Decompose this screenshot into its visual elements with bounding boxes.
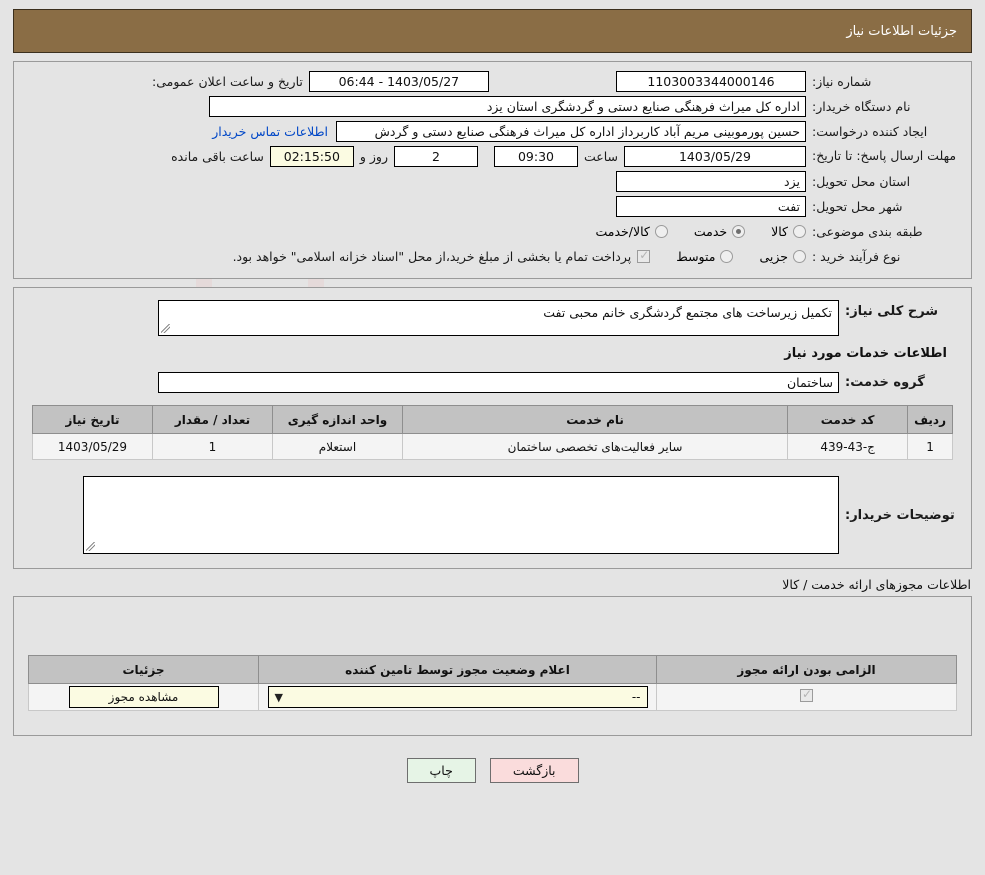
permit-status-value: -- [631, 690, 641, 704]
cell-name: سایر فعالیت‌های تخصصی ساختمان [401, 433, 789, 460]
need-info-panel: شماره نیاز: 1103003344000146 1403/05/27 … [13, 61, 972, 279]
remaining-days-label: روز و [359, 148, 388, 164]
view-permit-button[interactable]: مشاهده مجوز [68, 686, 219, 708]
permits-header-row: الزامی بودن ارائه مجوز اعلام وضعیت مجوز … [28, 655, 957, 684]
cell-permit-details: مشاهده مجوز [28, 683, 259, 711]
service-table-wrap: ردیف کد خدمت نام خدمت واحد اندازه گیری ت… [28, 405, 957, 460]
announce-datetime-field[interactable]: 1403/05/27 - 06:44 [308, 70, 489, 92]
row-deadline: مهلت ارسال پاسخ: تا تاریخ: 1403/05/29 سا… [24, 145, 961, 167]
service-group-label: گروه خدمت: [845, 374, 925, 390]
cell-qty: 1 [152, 433, 273, 460]
col-radif: ردیف [907, 405, 953, 434]
radio-minor-label: جزیی [759, 248, 788, 264]
province-field[interactable]: یزد [616, 170, 806, 192]
cell-permit-status: ▼ -- [258, 683, 657, 711]
permits-caption: اطلاعات مجوزهای ارائه خدمت / کالا [782, 577, 971, 592]
row-province: استان محل تحویل: یزد [24, 170, 961, 192]
radio-service-icon[interactable] [732, 224, 746, 238]
summary-label: شرح کلی نیاز: [845, 304, 939, 319]
buyer-notes-label: توضیحات خریدار: [845, 508, 955, 523]
back-button[interactable]: بازگشت [489, 758, 579, 783]
page-title: جزئیات اطلاعات نیاز [846, 23, 957, 39]
remaining-days-field: 2 [393, 145, 478, 167]
city-label: شهر محل تحویل: [812, 198, 903, 214]
buyer-org-label: نام دستگاه خریدار: [812, 98, 911, 114]
city-field[interactable]: تفت [616, 195, 806, 217]
row-need-number: شماره نیاز: 1103003344000146 1403/05/27 … [24, 70, 961, 92]
col-date: تاریخ نیاز [32, 405, 153, 434]
row-requester: ایجاد کننده درخواست: حسین پورموبینی مریم… [24, 120, 961, 142]
row-city: شهر محل تحویل: تفت [24, 195, 961, 217]
col-unit: واحد اندازه گیری [272, 405, 403, 434]
permits-table: الزامی بودن ارائه مجوز اعلام وضعیت مجوز … [28, 655, 957, 711]
radio-process-medium[interactable]: متوسط [676, 248, 734, 264]
radio-classification-goods-service[interactable]: کالا/خدمت [595, 223, 668, 239]
chevron-down-icon: ▼ [274, 690, 283, 704]
radio-minor-icon[interactable] [793, 249, 806, 263]
permits-panel: الزامی بودن ارائه مجوز اعلام وضعیت مجوز … [13, 596, 972, 736]
deadline-time-field[interactable]: 09:30 [493, 145, 578, 167]
cell-date: 1403/05/29 [32, 433, 153, 460]
buyer-notes-textarea[interactable] [83, 476, 839, 554]
treasury-docs-note: پرداخت تمام یا بخشی از مبلغ خرید،از محل … [232, 248, 632, 264]
process-type-label: نوع فرآیند خرید : [812, 248, 901, 264]
page-title-bar: جزئیات اطلاعات نیاز [13, 9, 972, 53]
radio-classification-goods[interactable]: کالا [771, 224, 806, 239]
cell-permit-required [656, 683, 957, 711]
table-row: 1 ج-43-439 سایر فعالیت‌های تخصصی ساختمان… [32, 433, 953, 460]
services-section-heading: اطلاعات خدمات مورد نیاز [784, 346, 947, 361]
radio-goods-label: کالا [771, 223, 788, 239]
deadline-date-field[interactable]: 1403/05/29 [624, 145, 806, 167]
row-buyer-org: نام دستگاه خریدار: اداره کل میراث فرهنگی… [24, 95, 961, 117]
permit-required-checkbox [800, 687, 813, 702]
col-permit-status: اعلام وضعیت مجوز توسط تامین کننده [258, 655, 657, 684]
row-service-group: گروه خدمت: ساختمان [28, 371, 957, 393]
cell-code: ج-43-439 [787, 433, 909, 460]
permits-row: ▼ -- مشاهده مجوز [28, 683, 957, 711]
deadline-label: مهلت ارسال پاسخ: تا تاریخ: [812, 148, 957, 163]
province-label: استان محل تحویل: [812, 173, 911, 189]
cell-radif: 1 [907, 433, 953, 460]
countdown-timer-field: 02:15:50 [269, 145, 354, 167]
service-group-field[interactable]: ساختمان [158, 371, 839, 393]
radio-service-label: خدمت [693, 223, 728, 239]
row-buyer-notes: توضیحات خریدار: [28, 476, 957, 554]
footer-buttons: بازگشت چاپ [0, 758, 985, 783]
radio-goods-icon[interactable] [793, 224, 806, 238]
radio-medium-icon[interactable] [720, 249, 734, 263]
requester-label: ایجاد کننده درخواست: [812, 123, 928, 139]
page-root: AriaTender.net جزئیات اطلاعات نیاز شماره… [0, 9, 985, 875]
requester-field[interactable]: حسین پورموبینی مریم آباد کاربرداز اداره … [336, 120, 806, 142]
col-name: نام خدمت [401, 405, 789, 434]
col-code: کد خدمت [787, 405, 909, 434]
need-number-field[interactable]: 1103003344000146 [616, 70, 806, 92]
announce-datetime-label: تاریخ و ساعت اعلان عمومی: [152, 73, 303, 89]
permit-status-select[interactable]: ▼ -- [267, 686, 648, 708]
row-classification: طبقه بندی موضوعی: کالا خدمت کالا/خدمت [24, 220, 961, 242]
col-qty: تعداد / مقدار [152, 405, 273, 434]
col-permit-required: الزامی بودن ارائه مجوز [656, 655, 957, 684]
buyer-contact-link[interactable]: اطلاعات تماس خریدار [212, 124, 328, 139]
radio-classification-service[interactable]: خدمت [693, 223, 746, 239]
radio-goods-service-icon[interactable] [654, 224, 668, 238]
radio-goods-service-label: کالا/خدمت [595, 223, 650, 239]
row-process-type: نوع فرآیند خرید : جزیی متوسط پرداخت تمام… [24, 245, 961, 267]
buyer-org-field[interactable]: اداره کل میراث فرهنگی صنایع دستی و گردشگ… [209, 95, 806, 117]
radio-process-minor[interactable]: جزیی [759, 249, 806, 264]
cell-unit: استعلام [272, 433, 403, 460]
service-table: ردیف کد خدمت نام خدمت واحد اندازه گیری ت… [32, 405, 953, 460]
service-table-header-row: ردیف کد خدمت نام خدمت واحد اندازه گیری ت… [32, 405, 953, 434]
need-number-label: شماره نیاز: [812, 73, 872, 89]
summary-textarea[interactable]: تکمیل زیرساخت های مجتمع گردشگری خانم محب… [158, 300, 839, 336]
countdown-label: ساعت باقی مانده [171, 148, 264, 164]
col-permit-details: جزئیات [28, 655, 259, 684]
treasury-docs-checkbox[interactable] [637, 248, 651, 263]
row-summary: شرح کلی نیاز: تکمیل زیرساخت های مجتمع گر… [28, 300, 957, 336]
print-button[interactable]: چاپ [406, 758, 476, 783]
classification-label: طبقه بندی موضوعی: [812, 223, 923, 239]
radio-medium-label: متوسط [676, 248, 716, 264]
service-details-panel: شرح کلی نیاز: تکمیل زیرساخت های مجتمع گر… [13, 287, 972, 569]
deadline-time-label: ساعت [583, 148, 618, 164]
